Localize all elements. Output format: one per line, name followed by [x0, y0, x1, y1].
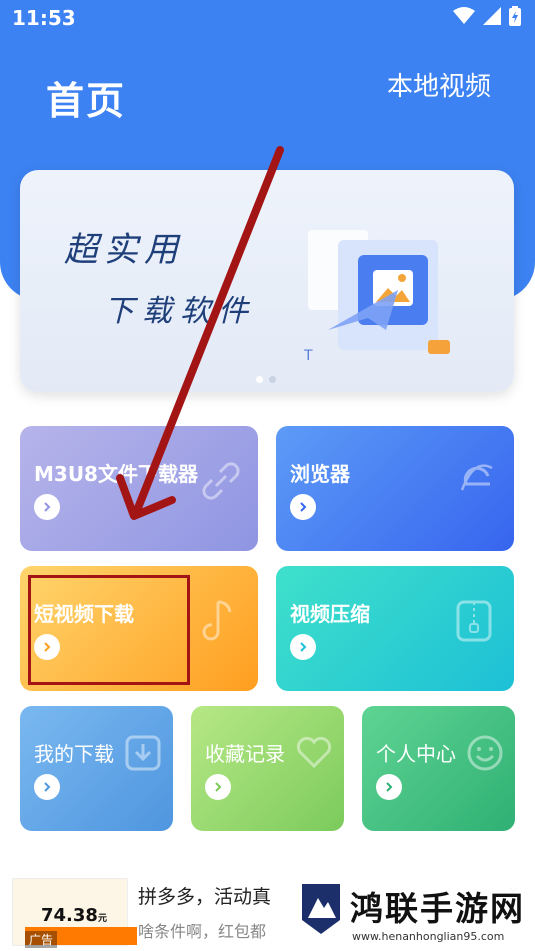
wifi-icon: [453, 7, 475, 24]
m3u8-downloader-card[interactable]: M3U8文件下载器: [20, 426, 258, 551]
my-downloads-card[interactable]: 我的下载: [20, 706, 173, 831]
annotation-highlight-box: [28, 575, 190, 685]
video-compress-card[interactable]: 视频压缩: [276, 566, 514, 691]
smiley-icon: [467, 735, 503, 771]
ad-price: 74.38元: [41, 905, 107, 926]
chevron-right-icon: [34, 774, 60, 800]
favorites-card[interactable]: 收藏记录: [191, 706, 344, 831]
signal-icon: [483, 7, 501, 25]
local-video-button[interactable]: 本地视频: [387, 66, 491, 103]
browser-label: 浏览器: [290, 462, 350, 486]
chevron-right-icon: [205, 774, 231, 800]
banner-carousel[interactable]: 超实用 下载软件 T: [20, 170, 514, 392]
status-time: 11:53: [12, 6, 76, 30]
watermark-logo-icon: [302, 884, 340, 934]
svg-text:T: T: [303, 348, 313, 364]
status-icons: [453, 6, 521, 26]
ad-badge: 广告: [25, 931, 58, 948]
banner-headline: 超实用: [64, 230, 184, 270]
chevron-right-icon: [376, 774, 402, 800]
my-downloads-label: 我的下载: [34, 742, 114, 766]
zip-file-icon: [456, 600, 492, 642]
ad-title: 拼多多，活动真: [138, 886, 272, 908]
battery-icon: [509, 6, 521, 26]
chevron-right-icon: [34, 494, 60, 520]
music-note-icon: [202, 600, 232, 641]
video-compress-label: 视频压缩: [290, 602, 370, 626]
ad-price-value: 74.38: [41, 905, 98, 926]
watermark-url: www.henanhonglian95.com: [352, 930, 505, 943]
page-title: 首页: [46, 79, 127, 123]
browser-card[interactable]: 浏览器: [276, 426, 514, 551]
m3u8-downloader-label: M3U8文件下载器: [34, 462, 198, 486]
link-icon: [202, 462, 240, 500]
browser-e-icon: [460, 464, 493, 491]
chevron-right-icon: [290, 634, 316, 660]
status-bar: 11:53: [0, 0, 535, 36]
site-watermark: 鸿联手游网 www.henanhonglian95.com: [292, 872, 535, 951]
carousel-dot-active: [256, 376, 263, 383]
carousel-dot: [269, 376, 276, 383]
ad-price-unit: 元: [97, 914, 107, 924]
ad-subtitle: 啥条件啊，红包都: [138, 922, 267, 941]
watermark-title: 鸿联手游网: [350, 889, 525, 928]
heart-icon: [296, 736, 332, 769]
download-illustration-icon: T: [303, 230, 450, 364]
banner-subheadline: 下载软件: [104, 294, 256, 329]
download-icon: [125, 735, 161, 771]
profile-card[interactable]: 个人中心: [362, 706, 515, 831]
favorites-label: 收藏记录: [205, 742, 285, 766]
ad-thumbnail: 74.38元 广告: [12, 878, 137, 948]
carousel-indicator: [256, 376, 276, 383]
profile-label: 个人中心: [376, 742, 456, 766]
chevron-right-icon: [290, 494, 316, 520]
